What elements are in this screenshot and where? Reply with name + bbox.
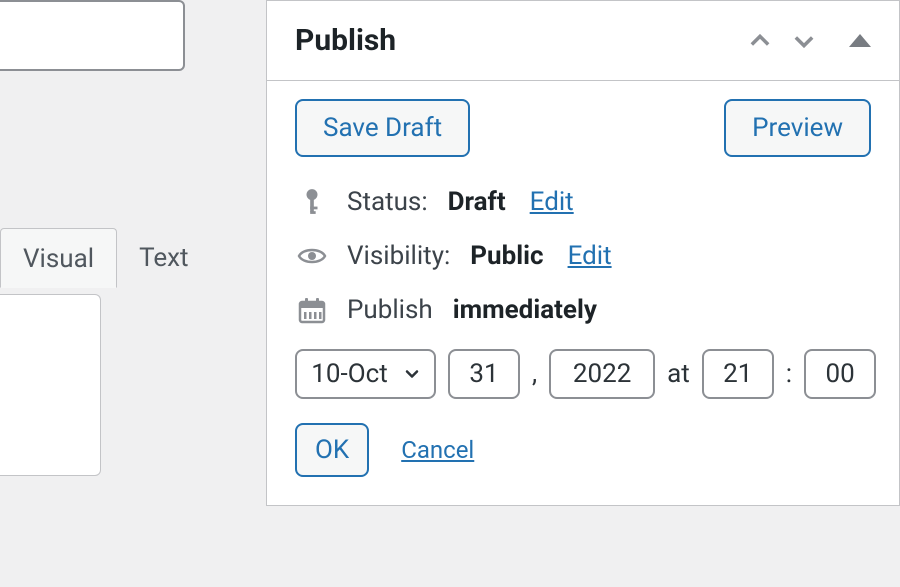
publish-panel: Publish Save Draft Preview (266, 0, 900, 506)
save-draft-button[interactable]: Save Draft (295, 99, 470, 157)
at-text: at (667, 359, 690, 389)
ok-button[interactable]: OK (295, 423, 369, 477)
cancel-link[interactable]: Cancel (401, 436, 474, 464)
visibility-row: Visibility: Public Edit (297, 241, 871, 271)
visibility-label: Visibility: (347, 241, 450, 271)
publish-actions-row: Save Draft Preview (295, 99, 871, 157)
title-input-fragment[interactable] (0, 0, 185, 71)
publish-panel-body: Save Draft Preview Status: Draft Edit (267, 81, 899, 505)
month-select[interactable]: 10-Oct (295, 349, 436, 399)
comma-separator: , (532, 359, 537, 389)
colon-separator: : (786, 359, 792, 389)
tab-visual[interactable]: Visual (0, 228, 117, 288)
key-icon (297, 188, 327, 216)
move-up-icon[interactable] (745, 26, 775, 56)
minute-input[interactable] (804, 349, 876, 399)
schedule-row: Publish immediately (297, 295, 871, 325)
status-label: Status: (347, 187, 428, 217)
move-down-icon[interactable] (789, 26, 819, 56)
tab-text-label: Text (139, 243, 188, 273)
editor-tabs: Visual Text (0, 228, 211, 288)
status-row: Status: Draft Edit (297, 187, 871, 217)
status-edit-link[interactable]: Edit (530, 187, 574, 217)
preview-button[interactable]: Preview (724, 99, 871, 157)
schedule-date-controls: 10-Oct , at : (295, 349, 871, 399)
day-input[interactable] (448, 349, 520, 399)
publish-panel-header: Publish (267, 1, 899, 81)
visibility-value: Public (470, 241, 543, 271)
visibility-edit-link[interactable]: Edit (568, 241, 612, 271)
collapse-panel-icon[interactable] (849, 34, 871, 47)
editor-body-fragment[interactable] (0, 294, 101, 476)
panel-order-controls (745, 26, 871, 56)
eye-icon (297, 245, 327, 267)
schedule-confirm-row: OK Cancel (295, 423, 871, 477)
hour-input[interactable] (702, 349, 774, 399)
calendar-icon (297, 296, 327, 324)
year-input[interactable] (549, 349, 655, 399)
tab-visual-label: Visual (23, 244, 94, 274)
publish-panel-title: Publish (295, 23, 396, 58)
status-value: Draft (448, 187, 506, 217)
schedule-label-value: immediately (453, 295, 597, 325)
schedule-label-prefix: Publish (347, 295, 433, 325)
tab-text[interactable]: Text (117, 228, 210, 288)
